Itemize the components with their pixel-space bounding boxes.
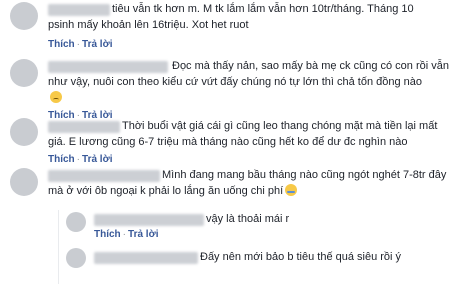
- like-link[interactable]: Thích: [94, 229, 121, 240]
- redacted-name: [94, 214, 204, 226]
- redacted-name: [48, 121, 120, 133]
- redacted-name: [48, 170, 160, 182]
- avatar[interactable]: [66, 248, 86, 268]
- avatar[interactable]: [10, 59, 38, 87]
- like-link[interactable]: Thích: [48, 154, 75, 165]
- comment-text-line-2: psinh mấy khoản lên 16triệu. Xot het ruo…: [48, 19, 249, 31]
- reply-link[interactable]: Trả lời: [82, 154, 112, 165]
- comment-actions: Thích · Trả lời: [48, 39, 113, 50]
- reply-text: vậy là thoải mái r: [206, 213, 290, 225]
- redacted-name: [48, 61, 168, 73]
- reply-link[interactable]: Trả lời: [82, 110, 112, 121]
- sad-emoji-icon: [50, 91, 62, 103]
- comment-text-line-2: mà ở với ôb ngoại k phải lo lắng ăn uống…: [48, 183, 298, 199]
- like-link[interactable]: Thích: [48, 110, 75, 121]
- avatar[interactable]: [10, 2, 38, 30]
- avatar[interactable]: [66, 212, 86, 232]
- comment-text-line-2b: [48, 90, 62, 106]
- like-link[interactable]: Thích: [48, 39, 75, 50]
- redacted-name: [94, 252, 198, 264]
- reply-actions: Thích · Trả lời: [94, 229, 159, 240]
- reply-text: Đấy nên mới bảo b tiêu thế quá siêu rồi …: [200, 251, 402, 263]
- avatar[interactable]: [10, 168, 38, 196]
- reply-link[interactable]: Trả lời: [82, 39, 112, 50]
- comment-actions: Thích · Trả lời: [48, 154, 113, 165]
- comment-text-line-2: giá. E lương cũng 6-7 triệu mà tháng nào…: [48, 136, 408, 148]
- avatar[interactable]: [10, 118, 38, 146]
- comment-text-line-1: tiêu vẫn tk hơn m. M tk lắm lắm vẫn hơn …: [112, 3, 414, 15]
- comment-text-line-1: Mình đang mang bầu tháng nào cũng ngót n…: [162, 169, 447, 181]
- crying-emoji-icon: [285, 184, 298, 196]
- comment-text-line-1: Đọc mà thấy nản, sao mấy bà mẹ ck cũng c…: [172, 60, 449, 72]
- comment-text-line-2: như vậy, nuôi con theo kiểu cứ vứt đấy c…: [48, 76, 423, 88]
- reply-thread-line: [58, 210, 59, 284]
- comment-text-line-1: Thời buổi vật giá cái gì cũng leo thang …: [122, 120, 438, 132]
- reply-link[interactable]: Trả lời: [128, 229, 158, 240]
- redacted-name: [48, 4, 110, 16]
